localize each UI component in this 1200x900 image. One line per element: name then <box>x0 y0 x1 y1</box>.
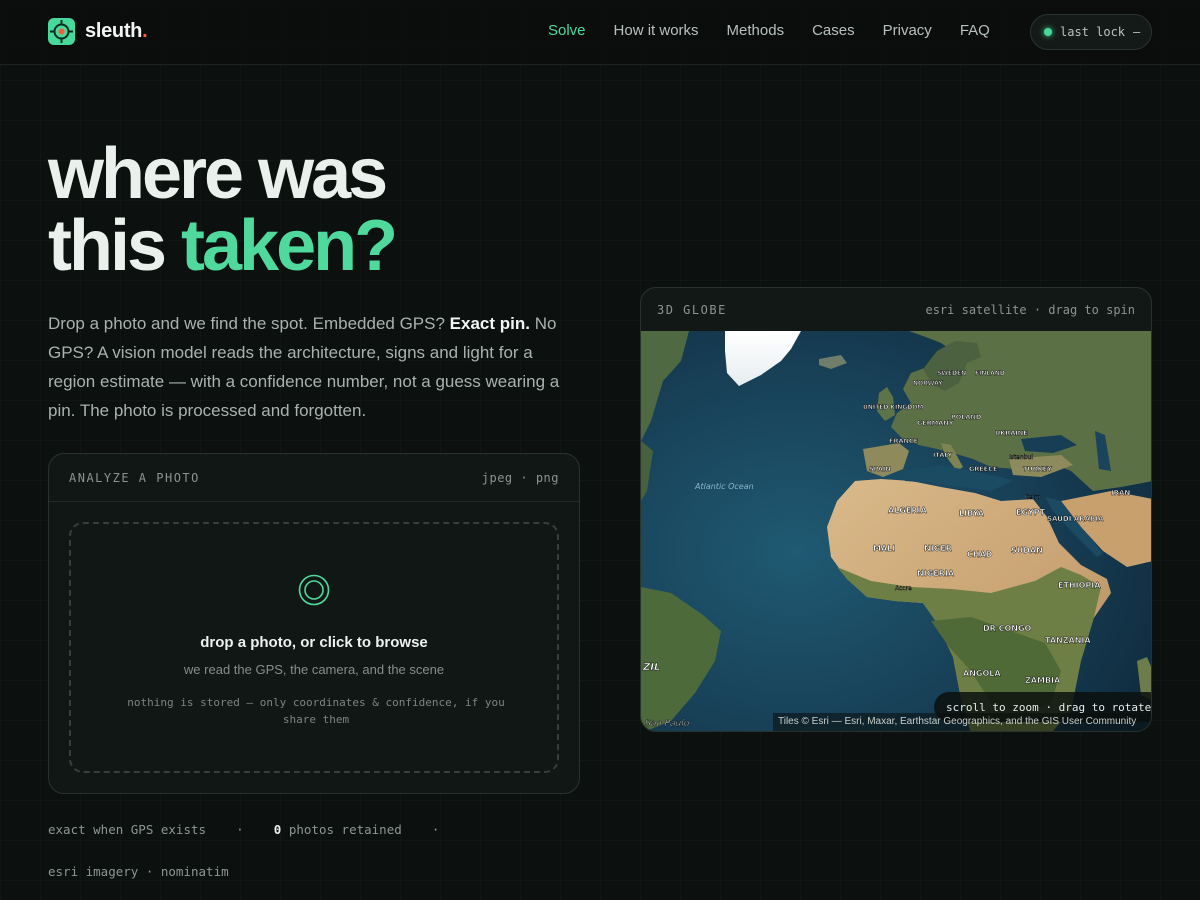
stat-gps: exact when GPS exists <box>48 822 207 837</box>
last-lock-value: – <box>1133 25 1141 39</box>
map-label-angola: ANGOLA <box>963 669 1001 678</box>
map-label-ukraine: UKRAINE <box>995 429 1028 437</box>
nav-methods[interactable]: Methods <box>727 22 785 39</box>
map-label-turkey: TURKEY <box>1023 465 1052 473</box>
map-label-iran: IRAN <box>1111 489 1130 497</box>
stats-line: exact when GPS exists · 0 photos retaine… <box>48 822 440 837</box>
map-label-sweden: SWEDEN <box>937 370 966 377</box>
map-label-zil: ZIL <box>642 662 660 673</box>
nav-how-it-works[interactable]: How it works <box>614 22 699 39</box>
nav-solve[interactable]: Solve <box>548 22 586 39</box>
map-label-poland: POLAND <box>951 413 982 421</box>
map-label-france: FRANCE <box>889 437 918 445</box>
last-lock-status[interactable]: last lock – <box>1030 14 1152 50</box>
nav-faq[interactable]: FAQ <box>960 22 990 39</box>
map-label-istanbul: Istanbul <box>1009 454 1033 461</box>
analyze-card-title: ANALYZE A PHOTO <box>69 470 200 485</box>
map-label-united-kingdom: UNITED KINGDOM <box>863 404 923 411</box>
target-icon <box>298 574 330 606</box>
hero-exact-pin: Exact pin. <box>449 314 530 333</box>
map-label-accra: Accra <box>895 585 912 592</box>
main-nav: Solve How it works Methods Cases Privacy… <box>548 22 1018 39</box>
map-label-greece: GREECE <box>969 465 997 473</box>
globe-card: 3D GLOBE esri satellite · drag to spin A… <box>640 287 1152 732</box>
map-label-algeria: ALGERIA <box>888 506 927 515</box>
hero-title-accent: taken? <box>181 206 398 286</box>
crosshair-logo-icon <box>48 18 75 45</box>
map-label-dr-congo: DR CONGO <box>983 624 1032 633</box>
brand-name: sleuth. <box>85 20 148 42</box>
hero-description: Drop a photo and we find the spot. Embed… <box>48 314 560 420</box>
hero-title-line1: where was <box>48 134 388 214</box>
map-label-finland: FINLAND <box>975 370 1005 377</box>
globe-card-header: 3D GLOBE esri satellite · drag to spin <box>641 288 1151 331</box>
map-attribution[interactable]: Tiles © Esri — Esri, Maxar, Earthstar Ge… <box>773 713 1151 731</box>
map-label-italy: ITALY <box>933 451 953 459</box>
stat-retained: photos retained <box>288 822 402 837</box>
map-label-niger: NIGER <box>924 544 952 553</box>
map-label-sudan: SUDAN <box>1011 546 1043 555</box>
dropzone-title: drop a photo, or click to browse <box>200 634 428 651</box>
globe-meta: esri satellite · drag to spin <box>925 302 1135 317</box>
dropzone-subtitle: we read the GPS, the camera, and the sce… <box>183 662 445 677</box>
map-label-tanzania: TANZANIA <box>1045 636 1091 645</box>
status-dot-icon <box>1044 28 1052 36</box>
map-label-spain: SPAIN <box>869 465 891 473</box>
analyze-photo-card: ANALYZE A PHOTO jpeg · png drop a photo,… <box>48 453 580 794</box>
map-label-saudi-arabia: SAUDI ARABIA <box>1047 515 1104 523</box>
brand-logo[interactable]: sleuth. <box>48 18 148 45</box>
analyze-card-header: ANALYZE A PHOTO jpeg · png <box>49 454 579 502</box>
photos-retained-count: 0 <box>273 822 282 837</box>
dropzone-privacy-note: nothing is stored — only coordinates & c… <box>127 696 505 726</box>
nav-cases[interactable]: Cases <box>812 22 855 39</box>
nav-privacy[interactable]: Privacy <box>883 22 932 39</box>
map-label-ethiopia: ETHIOPIA <box>1058 581 1101 590</box>
map-label-libya: LIBYA <box>959 509 985 518</box>
map-label-mali: MALI <box>873 544 895 553</box>
hero-title: where was this taken? <box>48 138 568 282</box>
satellite-globe-map[interactable]: Atlantic Ocean ALGERIA LIBYA EGYPT MALI … <box>641 331 1152 732</box>
top-navigation-bar: sleuth. Solve How it works Methods Cases… <box>0 0 1200 65</box>
map-label-egypt: EGYPT <box>1016 508 1046 517</box>
map-label-germany: GERMANY <box>917 419 954 427</box>
map-label-atlantic-ocean: Atlantic Ocean <box>694 482 754 491</box>
map-label-zambia: ZAMBIA <box>1025 676 1061 685</box>
photo-dropzone[interactable]: drop a photo, or click to browse we read… <box>69 522 559 773</box>
map-label-chad: CHAD <box>967 550 993 559</box>
map-label-sao-paulo: Sao Paulo <box>645 719 690 729</box>
globe-title: 3D GLOBE <box>657 302 727 317</box>
last-lock-label: last lock <box>1060 25 1126 39</box>
map-label-cairo: Cairo <box>1025 494 1041 501</box>
hero-title-line2: this <box>48 206 182 286</box>
map-label-nigeria: NIGERIA <box>917 569 955 578</box>
map-label-norway: NORWAY <box>913 380 943 387</box>
accepted-formats: jpeg · png <box>481 470 559 485</box>
stat-sources: esri imagery · nominatim <box>48 864 229 879</box>
